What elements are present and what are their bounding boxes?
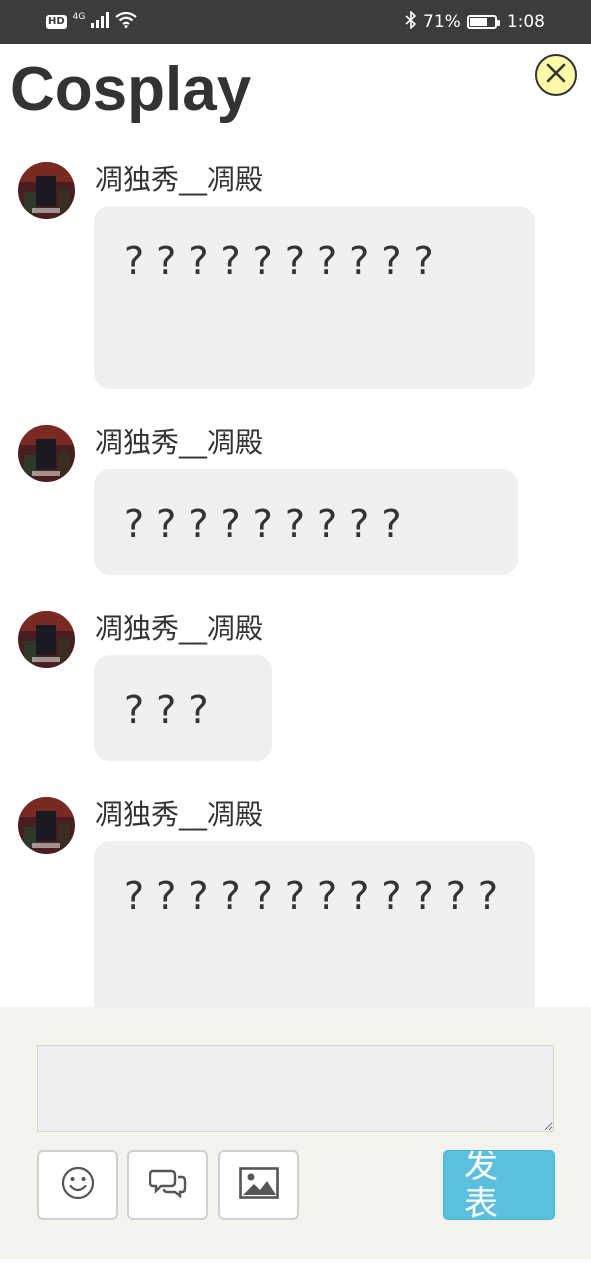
hd-badge: HD (46, 15, 67, 29)
chat-button[interactable] (127, 1150, 208, 1220)
wifi-icon (115, 11, 138, 33)
avatar[interactable] (18, 797, 75, 854)
message-username: 凋独秀__凋殿 (95, 798, 264, 831)
signal-icon (91, 11, 110, 33)
page-title: Cosplay (10, 55, 252, 124)
message-input[interactable] (37, 1045, 554, 1132)
avatar[interactable] (18, 425, 75, 482)
status-bar: HD 4G 71% 1:08 (0, 0, 591, 44)
composer-panel: 发表 (0, 1007, 591, 1259)
message-username: 凋独秀__凋殿 (95, 163, 264, 196)
send-button-label: 发表 (464, 1150, 498, 1220)
message-bubble: ????????? (94, 469, 518, 575)
status-right: 71% 1:08 (405, 9, 545, 34)
status-left: HD 4G (46, 11, 138, 33)
emoji-button[interactable] (37, 1150, 118, 1220)
clock: 1:08 (506, 12, 545, 32)
battery-percent: 71% (423, 12, 461, 32)
send-button[interactable]: 发表 (443, 1150, 555, 1220)
message-bubble: ??? (94, 655, 272, 761)
network-type: 4G (72, 12, 86, 22)
battery-icon (466, 15, 500, 29)
message-bubble: ?????????? (94, 206, 535, 389)
avatar[interactable] (18, 611, 75, 668)
close-button[interactable] (535, 54, 577, 96)
image-button[interactable] (218, 1150, 299, 1220)
battery-fill (469, 18, 487, 26)
image-icon (238, 1167, 279, 1203)
close-icon (545, 62, 567, 88)
message-username: 凋独秀__凋殿 (95, 426, 264, 459)
message-username: 凋独秀__凋殿 (95, 612, 264, 645)
chat-bubbles-icon (148, 1167, 187, 1203)
avatar[interactable] (18, 162, 75, 219)
bluetooth-icon (405, 9, 417, 34)
smiley-icon (61, 1166, 95, 1204)
